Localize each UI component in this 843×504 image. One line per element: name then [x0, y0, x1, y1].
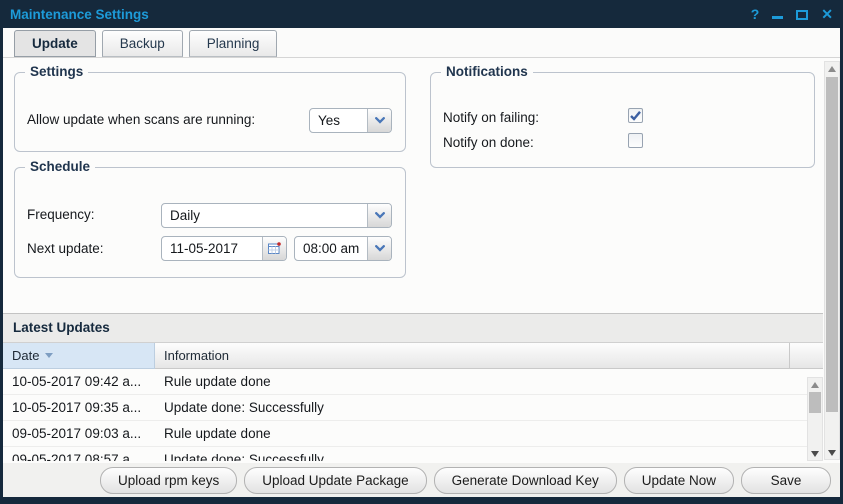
next-update-time-dropdown[interactable]: 08:00 am: [294, 236, 392, 261]
allow-update-dropdown[interactable]: Yes: [309, 108, 392, 133]
settings-group: Settings Allow update when scans are run…: [14, 72, 406, 152]
frequency-value: Daily: [162, 204, 367, 227]
sort-descending-icon: [45, 353, 53, 358]
tab-bar: Update Backup Planning: [3, 28, 840, 58]
column-header-information-label: Information: [164, 343, 229, 368]
column-header-date[interactable]: Date: [3, 343, 155, 369]
scroll-down-icon[interactable]: [808, 447, 822, 460]
up-arrow: [811, 382, 819, 388]
update-tab-panel: Settings Allow update when scans are run…: [3, 58, 840, 463]
column-header-information[interactable]: Information: [155, 343, 790, 369]
row-information: Update done: Successfully: [155, 395, 807, 420]
chevron-down-icon[interactable]: [367, 109, 391, 132]
row-information: Rule update done: [155, 421, 807, 446]
allow-update-label: Allow update when scans are running:: [27, 112, 255, 127]
table-scrollbar-thumb[interactable]: [809, 392, 821, 413]
next-update-label: Next update:: [27, 241, 104, 256]
minimize-bar: [772, 16, 783, 19]
row-date: 10-05-2017 09:42 a...: [3, 369, 155, 394]
update-now-button[interactable]: Update Now: [624, 467, 734, 494]
row-date: 09-05-2017 09:03 a...: [3, 421, 155, 446]
allow-update-value: Yes: [310, 109, 367, 132]
schedule-group: Schedule Frequency: Daily Next update: 1…: [14, 167, 406, 278]
scroll-up-icon[interactable]: [825, 62, 839, 75]
column-header-spacer: [790, 343, 823, 369]
window-controls: ? ✕: [751, 0, 833, 28]
upload-rpm-keys-button[interactable]: Upload rpm keys: [100, 467, 237, 494]
column-header-date-label: Date: [12, 343, 39, 368]
generate-download-key-button[interactable]: Generate Download Key: [434, 467, 617, 494]
row-information: Rule update done: [155, 369, 807, 394]
calendar-icon[interactable]: [262, 237, 286, 260]
row-date: 09-05-2017 08:57 a...: [3, 447, 155, 461]
tab-backup[interactable]: Backup: [102, 30, 183, 57]
row-date: 10-05-2017 09:35 a...: [3, 395, 155, 420]
scroll-up-icon[interactable]: [808, 378, 822, 391]
footer-button-bar: Upload rpm keys Upload Update Package Ge…: [3, 463, 840, 497]
down-arrow: [811, 451, 819, 457]
upload-update-package-button[interactable]: Upload Update Package: [244, 467, 426, 494]
notify-on-failing-label: Notify on failing:: [443, 110, 539, 125]
settings-group-legend: Settings: [25, 64, 88, 79]
table-row[interactable]: 10-05-2017 09:35 a... Update done: Succe…: [3, 395, 807, 421]
chevron-down-icon[interactable]: [367, 237, 391, 260]
checkmark-icon: [629, 110, 642, 122]
main-scrollbar[interactable]: [824, 61, 840, 460]
notify-on-done-checkbox[interactable]: [628, 133, 643, 148]
save-button[interactable]: Save: [741, 467, 831, 494]
next-update-time-value: 08:00 am: [295, 237, 367, 260]
maximize-icon[interactable]: [796, 8, 808, 20]
titlebar: Maintenance Settings ? ✕: [0, 0, 843, 28]
table-row[interactable]: 09-05-2017 09:03 a... Rule update done: [3, 421, 807, 447]
schedule-group-legend: Schedule: [25, 159, 95, 174]
main-scrollbar-thumb[interactable]: [826, 77, 838, 412]
help-icon[interactable]: ?: [751, 0, 760, 28]
frequency-dropdown[interactable]: Daily: [161, 203, 392, 228]
tab-planning[interactable]: Planning: [189, 30, 278, 57]
chevron-down-icon[interactable]: [367, 204, 391, 227]
latest-updates-table: 10-05-2017 09:42 a... Rule update done 1…: [3, 369, 807, 461]
latest-updates-header: Latest Updates: [3, 313, 823, 343]
tab-update[interactable]: Update: [14, 30, 96, 57]
latest-updates-table-header: Date Information: [3, 343, 823, 369]
notifications-group-legend: Notifications: [441, 64, 533, 79]
table-row[interactable]: 09-05-2017 08:57 a... Update done: Succe…: [3, 447, 807, 461]
notify-on-failing-checkbox[interactable]: [628, 108, 643, 123]
row-information: Update done: Successfully: [155, 447, 807, 461]
scroll-down-icon[interactable]: [825, 446, 839, 459]
maximize-box: [796, 10, 808, 20]
up-arrow: [828, 66, 836, 72]
next-update-date-field[interactable]: 11-05-2017: [161, 236, 287, 261]
maintenance-settings-window: Maintenance Settings ? ✕ Update Backup P…: [0, 0, 843, 504]
frequency-label: Frequency:: [27, 207, 95, 222]
minimize-icon[interactable]: [772, 10, 783, 19]
down-arrow: [828, 450, 836, 456]
close-icon[interactable]: ✕: [821, 0, 833, 28]
notify-on-done-label: Notify on done:: [443, 135, 534, 150]
table-scrollbar[interactable]: [807, 377, 823, 461]
table-row[interactable]: 10-05-2017 09:42 a... Rule update done: [3, 369, 807, 395]
next-update-date-value: 11-05-2017: [162, 237, 262, 260]
window-title: Maintenance Settings: [0, 7, 149, 22]
notifications-group: Notifications Notify on failing: Notify …: [430, 72, 815, 168]
